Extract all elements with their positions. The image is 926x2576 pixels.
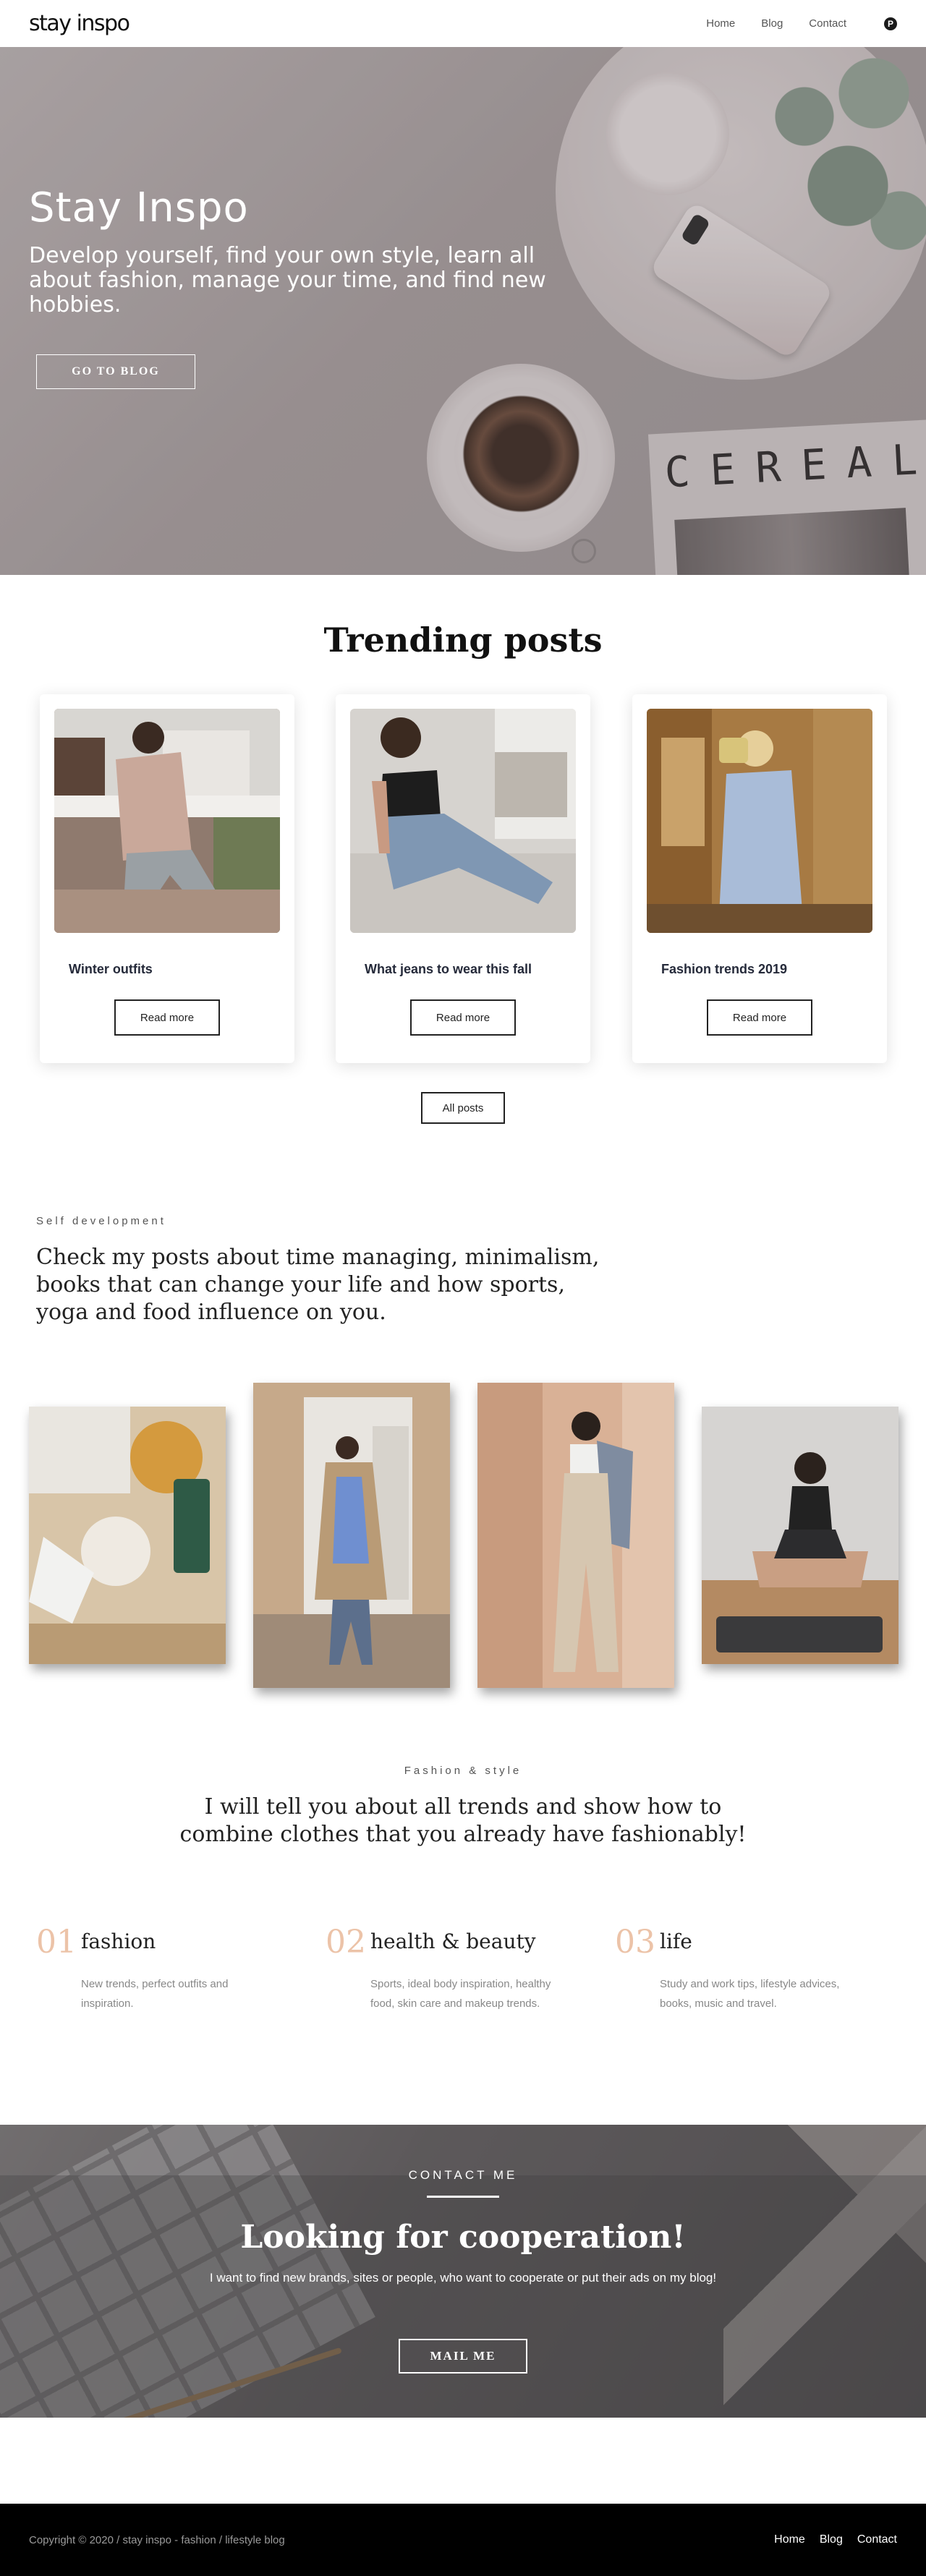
post-title[interactable]: What jeans to wear this fall: [365, 962, 532, 977]
hero-title: Stay Inspo: [29, 184, 249, 231]
hero-section: CEREAL Stay Inspo Develop yourself, find…: [0, 47, 926, 575]
post-image-fashion-trends[interactable]: [647, 709, 872, 933]
read-more-button[interactable]: Read more: [707, 999, 812, 1036]
category-name: fashion: [81, 1929, 156, 1953]
contact-title: Looking for cooperation!: [240, 2219, 686, 2256]
contact-overlay: [0, 2175, 926, 2418]
category-description: Study and work tips, lifestyle advices, …: [660, 1978, 840, 2010]
mail-me-button[interactable]: MAIL ME: [399, 2339, 527, 2374]
gallery-image-trench-coat[interactable]: [253, 1383, 450, 1688]
contact-divider: [427, 2196, 499, 2198]
post-card-fashion-trends[interactable]: Fashion trends 2019 Read more: [632, 694, 887, 1063]
top-navigation: stay inspo Home Blog Contact P: [0, 0, 926, 47]
contact-section: CONTACT ME Looking for cooperation! I wa…: [0, 2125, 926, 2418]
post-title[interactable]: Winter outfits: [69, 962, 153, 977]
read-more-button[interactable]: Read more: [114, 999, 220, 1036]
category-number: 02: [326, 1924, 366, 1961]
footer-links: Home Blog Contact: [774, 2533, 897, 2546]
all-posts-button[interactable]: All posts: [421, 1092, 505, 1124]
self-development-label: Self development: [36, 1215, 166, 1227]
pinterest-icon[interactable]: P: [884, 17, 897, 30]
post-card-winter-outfits[interactable]: Winter outfits Read more: [40, 694, 294, 1063]
footer: Copyright © 2020 / stay inspo - fashion …: [0, 2504, 926, 2576]
category-description: New trends, perfect outfits and inspirat…: [81, 1978, 229, 2010]
contact-subtitle: I want to find new brands, sites or peop…: [209, 2271, 717, 2285]
category-name: life: [660, 1929, 692, 1953]
footer-link-blog[interactable]: Blog: [820, 2533, 843, 2546]
category-number: 01: [36, 1924, 77, 1961]
post-image-jeans[interactable]: [350, 709, 576, 933]
gallery-image-street-style[interactable]: [477, 1383, 674, 1688]
post-title[interactable]: Fashion trends 2019: [661, 962, 787, 977]
nav-links: Home Blog Contact: [706, 17, 846, 30]
nav-link-contact[interactable]: Contact: [809, 17, 846, 30]
category-description: Sports, ideal body inspiration, healthy …: [370, 1978, 551, 2010]
self-development-text: Check my posts about time managing, mini…: [36, 1245, 600, 1325]
contact-label: CONTACT ME: [408, 2168, 518, 2182]
hero-subtitle: Develop yourself, find your own style, l…: [29, 243, 546, 317]
go-to-blog-button[interactable]: GO TO BLOG: [36, 354, 195, 389]
copyright-text: Copyright © 2020 / stay inspo - fashion …: [29, 2533, 285, 2546]
site-logo[interactable]: stay inspo: [29, 11, 130, 36]
gallery-image-skincare[interactable]: [29, 1407, 226, 1664]
footer-link-home[interactable]: Home: [774, 2533, 805, 2546]
nav-link-home[interactable]: Home: [706, 17, 735, 30]
read-more-button[interactable]: Read more: [410, 999, 516, 1036]
gallery-image-yoga[interactable]: [702, 1407, 899, 1664]
category-name: health & beauty: [370, 1929, 536, 1953]
nav-link-blog[interactable]: Blog: [761, 17, 783, 30]
post-card-jeans[interactable]: What jeans to wear this fall Read more: [336, 694, 590, 1063]
trending-title: Trending posts: [323, 620, 603, 660]
fashion-style-text: I will tell you about all trends and sho…: [179, 1794, 747, 1847]
category-number: 03: [615, 1924, 655, 1961]
fashion-style-label: Fashion & style: [404, 1765, 522, 1777]
footer-link-contact[interactable]: Contact: [857, 2533, 897, 2546]
post-image-winter-outfits[interactable]: [54, 709, 280, 933]
